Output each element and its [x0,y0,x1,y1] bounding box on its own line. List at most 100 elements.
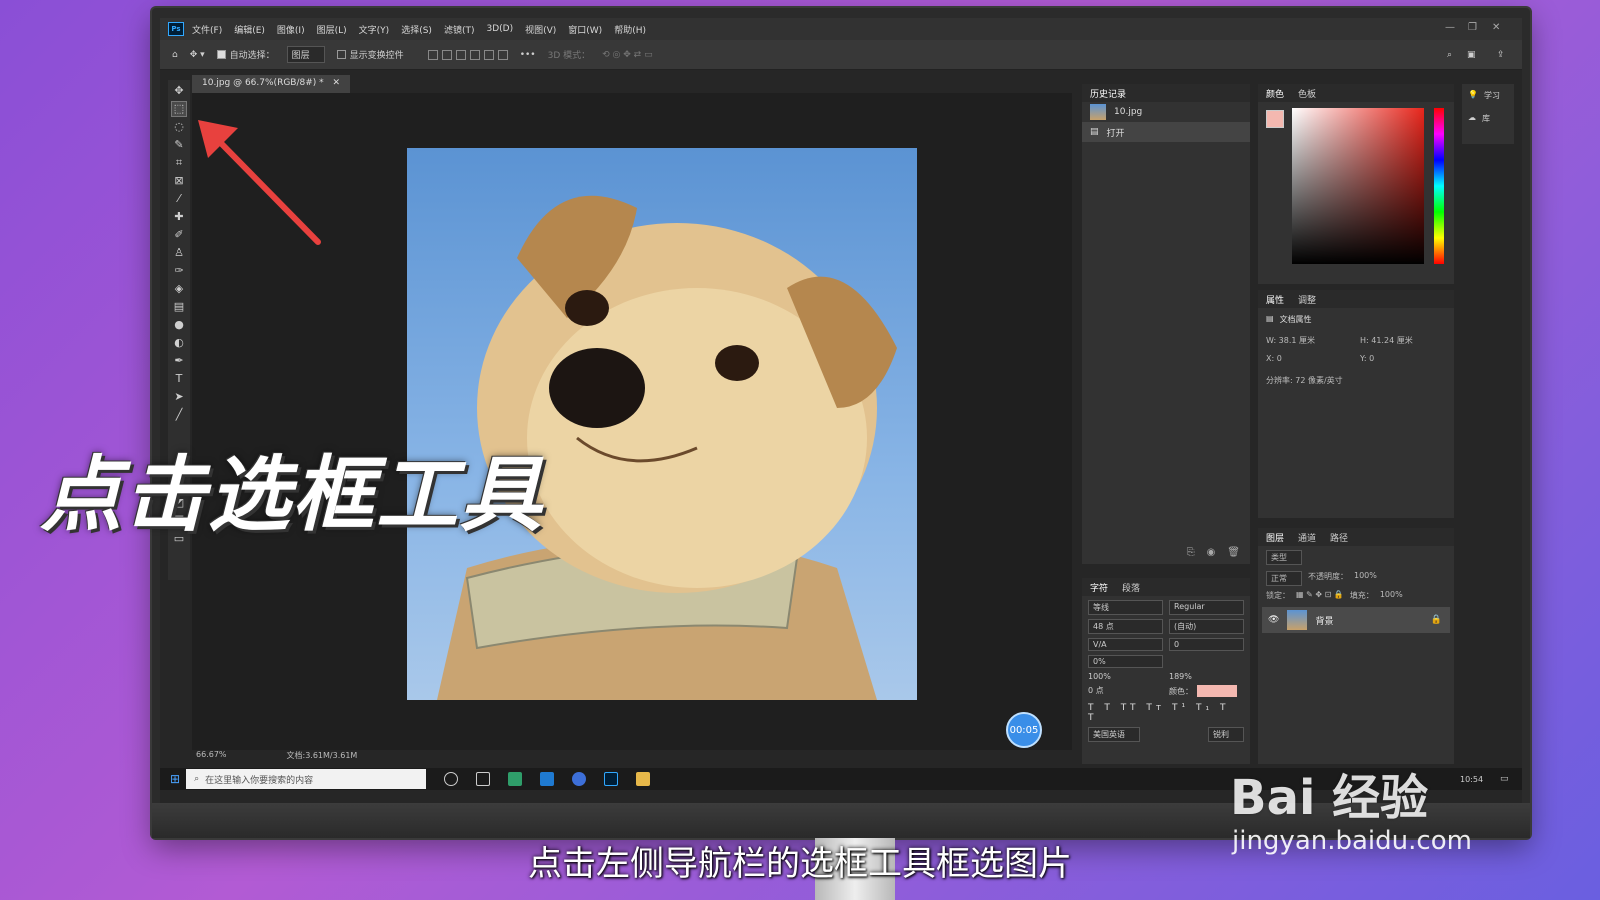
tab-properties[interactable]: 属性 [1266,293,1284,306]
trash-icon[interactable]: 🗑 [1227,547,1240,558]
layer-row-background[interactable]: 👁 背景 🔒 [1262,607,1450,633]
dodge-tool-icon[interactable]: ◐ [172,336,186,350]
tab-layers[interactable]: 图层 [1266,531,1284,544]
show-transform-option[interactable]: 显示变换控件 [336,48,404,61]
history-brush-icon[interactable]: ✑ [172,264,186,278]
close-tab-icon[interactable]: ✕ [333,78,341,88]
browser-icon[interactable] [508,772,523,786]
new-document-icon[interactable]: ⎘ [1187,547,1195,558]
height-value[interactable]: H: 41.24 厘米 [1360,335,1446,346]
home-icon[interactable]: ⌂ [172,50,178,60]
menu-3d[interactable]: 3D(D) [486,24,513,34]
auto-select-option[interactable]: 自动选择： [216,48,275,61]
align-top-icon[interactable] [469,49,480,60]
menu-window[interactable]: 窗口(W) [568,23,602,36]
align-center-icon[interactable] [441,49,452,60]
task-view-icon[interactable] [476,772,491,786]
menu-layer[interactable]: 图层(L) [317,23,347,36]
hue-slider[interactable] [1434,108,1444,264]
file-explorer-icon[interactable] [636,772,651,786]
eyedropper-tool-icon[interactable]: ⁄ [172,192,186,206]
search-icon[interactable]: ⌕ [1447,50,1452,60]
windows-start-icon[interactable]: ⊞ [170,772,180,786]
font-size-field[interactable]: 48 点 [1088,619,1163,634]
text-color-swatch[interactable] [1197,685,1237,697]
move-tool-preset-icon[interactable]: ✥ ▾ [190,50,205,60]
document-tab[interactable]: 10.jpg @ 66.7%(RGB/8#) * ✕ [192,75,351,93]
tab-paths[interactable]: 路径 [1330,531,1348,544]
tab-channels[interactable]: 通道 [1298,531,1316,544]
app-icon[interactable] [572,772,587,786]
menu-file[interactable]: 文件(F) [192,23,222,36]
history-step-open[interactable]: ▤ 打开 [1082,122,1250,142]
align-icons[interactable] [427,49,508,60]
horizontal-scale-field[interactable]: 189% [1169,672,1244,681]
menu-help[interactable]: 帮助(H) [614,23,646,36]
fill-field[interactable]: 100% [1380,590,1403,601]
baseline-shift-field[interactable]: 0 点 [1088,685,1163,697]
tab-character[interactable]: 字符 [1090,581,1108,594]
cortana-icon[interactable] [444,772,459,786]
quick-select-tool-icon[interactable]: ✎ [172,138,186,152]
show-transform-checkbox[interactable] [336,50,346,59]
share-icon[interactable]: ⇪ [1497,50,1505,60]
tab-swatches[interactable]: 色板 [1298,87,1316,100]
menu-type[interactable]: 文字(Y) [359,23,390,36]
align-middle-icon[interactable] [483,49,494,60]
x-value[interactable]: X: 0 [1266,354,1352,363]
kerning-field[interactable]: V/A [1088,638,1163,651]
align-bottom-icon[interactable] [497,49,508,60]
more-options-icon[interactable]: ••• [520,50,536,60]
close-icon[interactable]: ✕ [1492,22,1500,33]
color-picker-field[interactable] [1292,108,1424,264]
blur-tool-icon[interactable]: ● [172,318,186,332]
marquee-tool-icon[interactable]: ⬚ [171,101,187,117]
align-left-icon[interactable] [427,49,438,60]
tab-color[interactable]: 颜色 [1266,87,1284,100]
font-style-select[interactable]: Regular [1169,600,1244,615]
camera-icon[interactable]: ◉ [1207,547,1216,558]
foreground-color-swatch[interactable] [1266,110,1284,128]
document-info[interactable]: 文档:3.61M/3.61M [287,750,358,764]
auto-select-dropdown[interactable]: 图层 [286,46,325,63]
tsume-field[interactable]: 0% [1088,655,1163,668]
menu-edit[interactable]: 编辑(E) [234,23,265,36]
eye-icon[interactable]: 👁 [1268,615,1279,625]
path-select-icon[interactable]: ➤ [172,390,186,404]
line-tool-icon[interactable]: ╱ [172,408,186,422]
learn-item[interactable]: 💡 学习 [1462,84,1514,107]
photoshop-taskbar-icon[interactable] [604,772,619,786]
clone-stamp-icon[interactable]: ♙ [172,246,186,260]
layer-filter-select[interactable]: 类型 [1266,550,1302,565]
minimize-icon[interactable]: — [1445,22,1455,33]
taskbar-clock[interactable]: 10:54 [1460,775,1483,784]
opacity-field[interactable]: 100% [1354,571,1377,586]
eraser-tool-icon[interactable]: ◈ [172,282,186,296]
tab-paragraph[interactable]: 段落 [1122,581,1140,594]
y-value[interactable]: Y: 0 [1360,354,1446,363]
type-style-icons[interactable]: T T TT Tт T¹ T₁ T T [1082,701,1250,725]
menu-filter[interactable]: 滤镜(T) [444,23,475,36]
pen-tool-icon[interactable]: ✒ [172,354,186,368]
crop-tool-icon[interactable]: ⌗ [172,156,186,170]
lock-icons[interactable]: ▦ ✎ ✥ ⊡ 🔒 [1296,590,1344,601]
blend-mode-select[interactable]: 正常 [1266,571,1302,586]
healing-brush-icon[interactable]: ✚ [172,210,186,224]
edge-icon[interactable] [540,772,555,786]
font-family-select[interactable]: 等线 [1088,600,1163,615]
zoom-level[interactable]: 66.67% [196,750,227,764]
menu-view[interactable]: 视图(V) [525,23,556,36]
antialias-select[interactable]: 锐利 [1208,727,1244,742]
leading-field[interactable]: (自动) [1169,619,1244,634]
language-select[interactable]: 美国英语 [1088,727,1140,742]
3d-orbit-icons[interactable]: ⟲ ◎ ✥ ⇄ ▭ [602,50,652,60]
width-value[interactable]: W: 38.1 厘米 [1266,335,1352,346]
align-right-icon[interactable] [455,49,466,60]
menu-image[interactable]: 图像(I) [277,23,305,36]
gradient-tool-icon[interactable]: ▤ [172,300,186,314]
brush-tool-icon[interactable]: ✐ [172,228,186,242]
type-tool-icon[interactable]: T [172,372,186,386]
notification-icon[interactable]: ▭ [1500,774,1509,784]
tab-adjustments[interactable]: 调整 [1298,293,1316,306]
taskbar-search-box[interactable]: ⌕ 在这里输入你要搜索的内容 [186,769,427,789]
